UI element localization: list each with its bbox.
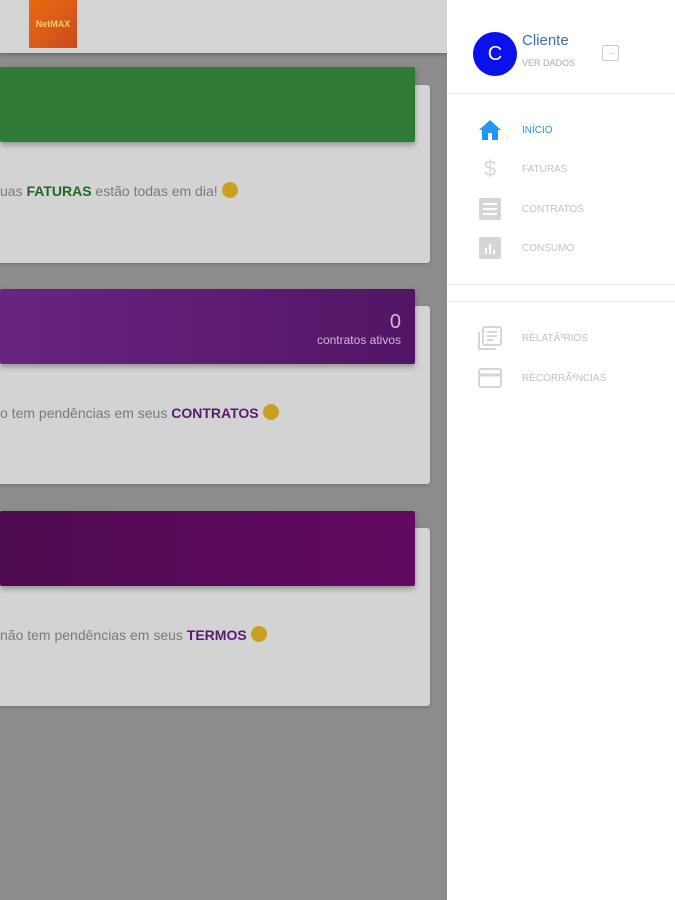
contracts-count: 0 contratos ativos bbox=[316, 311, 401, 347]
menu-item-inicio[interactable]: INÍCIO bbox=[477, 117, 553, 143]
dollar-icon: $ bbox=[483, 156, 497, 181]
menu-item-consumo[interactable]: CONSUMO bbox=[477, 235, 574, 261]
side-drawer: C Cliente VER DADOS → INÍCIO $ FATURAS C… bbox=[447, 0, 675, 900]
view-data-link[interactable]: VER DADOS bbox=[522, 58, 575, 68]
contratos-card-header: 0 contratos ativos bbox=[0, 289, 415, 364]
termos-message: não tem pendências em seus TERMOS bbox=[0, 626, 267, 643]
grin-emoji-icon bbox=[250, 626, 267, 642]
card-icon bbox=[477, 366, 503, 390]
faturas-message: uas FATURAS estão todas em dia! bbox=[0, 182, 238, 199]
logo[interactable]: NetMAX bbox=[29, 0, 77, 48]
chart-icon bbox=[477, 236, 503, 260]
smile-emoji-icon bbox=[221, 182, 238, 198]
reports-icon bbox=[477, 326, 503, 350]
home-icon bbox=[477, 118, 503, 142]
list-icon bbox=[477, 197, 503, 221]
divider bbox=[447, 301, 675, 302]
faturas-card-header bbox=[0, 67, 415, 142]
menu-item-contratos[interactable]: CONTRATOS bbox=[477, 196, 584, 222]
menu-item-recorrencias[interactable]: RECORRÃªNCIAS bbox=[477, 365, 606, 391]
termos-card-header bbox=[0, 511, 415, 586]
user-name[interactable]: Cliente bbox=[522, 32, 569, 49]
divider bbox=[447, 284, 675, 285]
top-header: NetMAX bbox=[0, 0, 447, 53]
menu-item-relatorios[interactable]: RELATÃ³RIOS bbox=[477, 325, 588, 351]
logout-icon[interactable]: → bbox=[602, 45, 619, 61]
divider bbox=[447, 93, 675, 94]
avatar[interactable]: C bbox=[473, 32, 517, 76]
grin-emoji-icon bbox=[262, 404, 279, 420]
contratos-message: o tem pendências em seus CONTRATOS bbox=[0, 404, 279, 421]
menu-item-faturas[interactable]: $ FATURAS bbox=[477, 156, 568, 182]
